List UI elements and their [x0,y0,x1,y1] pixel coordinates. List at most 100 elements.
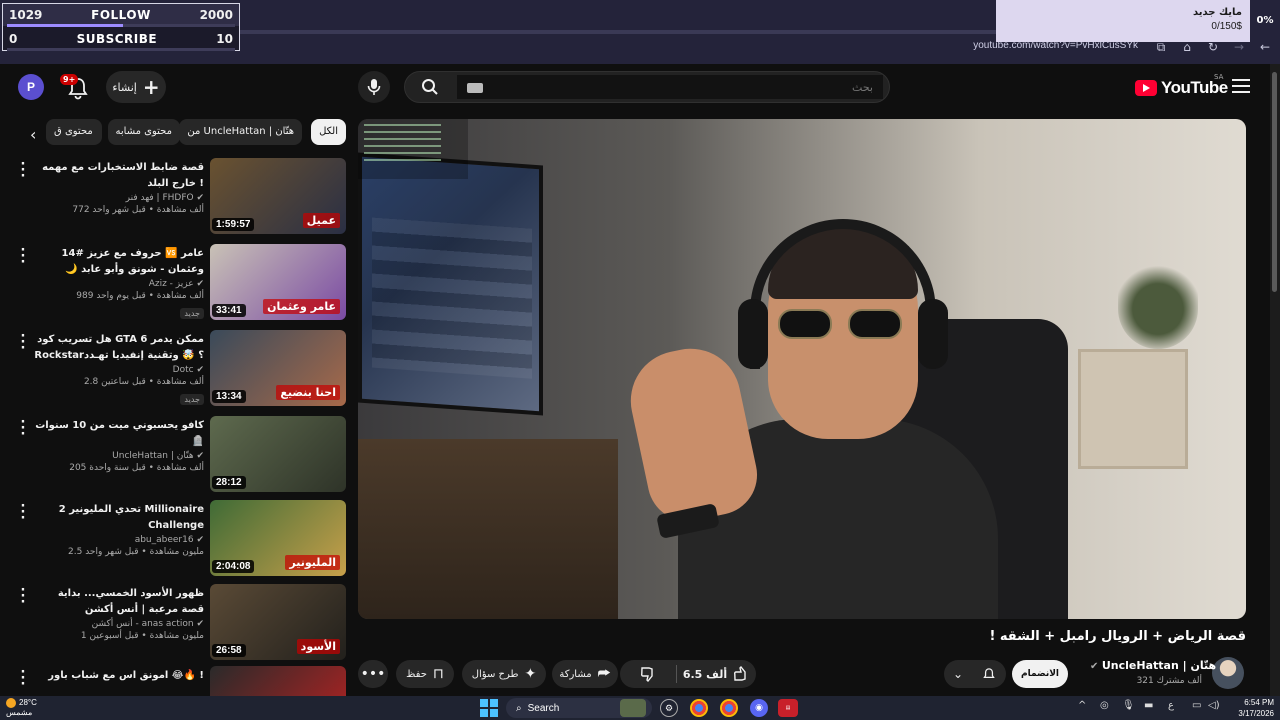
search-input[interactable] [457,75,883,99]
microphone-icon[interactable]: 🎙 [1122,700,1135,711]
verified-icon: ✔ [1090,661,1102,672]
related-video-item[interactable]: المليونير 2:04:08 تحدي المليونير 2 Millio… [14,500,348,580]
related-video-title[interactable]: كافو يحسبوني ميت من 10 سنوات 🪦 [32,418,204,450]
stream-goal-overlay: 1029 FOLLOW 2000 0 SUBSCRIBE 10 [2,3,240,51]
more-vert-icon[interactable]: · · · [20,500,26,525]
obs-app-icon[interactable]: ▤ [778,699,798,717]
weather-widget[interactable]: 28°C مشمس [6,698,37,718]
weather-app-icon[interactable] [620,699,646,717]
video-thumbnail[interactable]: عامر وعثمان 33:41 [210,244,346,320]
video-thumbnail[interactable]: احنا بنضيع 13:34 [210,330,346,406]
windows-start-icon[interactable] [480,699,498,717]
share-button[interactable]: مشاركة ⮫ [552,660,618,688]
related-videos-list: عميل 1:59:57 قصة ضابط الاستخبارات مع مهمه… [14,158,348,696]
subscribe-label: SUBSCRIBE [76,32,158,46]
chip-more[interactable]: محتوى ق [46,119,102,145]
more-vert-icon[interactable]: · · · [20,584,26,609]
page-scrollbar[interactable] [1270,64,1280,696]
tray-app-icon[interactable]: ◎ [1100,700,1109,711]
subscribed-button[interactable]: ⌄ [944,660,1006,688]
plus-icon: + [142,75,160,99]
video-thumbnail[interactable]: المليونير 2:04:08 [210,500,346,576]
search-icon: ⌕ [516,702,522,714]
search-button[interactable] [405,72,455,102]
chevron-left-icon[interactable]: ‹ [30,125,36,144]
subscribe-target: 10 [216,32,233,46]
more-vert-icon[interactable]: · · · [20,244,26,269]
sun-icon [6,698,16,708]
related-video-item[interactable]: الأسود 26:58 ظهور الأسود الخمسي... بداية … [14,584,348,664]
keyboard-icon[interactable] [467,83,483,93]
video-thumbnail[interactable]: الأسود 26:58 [210,584,346,660]
related-channel-name[interactable]: أنس أكشن - anas action ✔ [32,619,204,629]
related-video-title[interactable]: حروف مع عزيز #14 🆚 عامر وعثمان - شونق وأ… [32,246,204,278]
video-player[interactable] [358,119,1246,619]
related-video-stats: 2.8 ألف مشاهدة • قبل ساعتين [83,377,204,387]
like-button[interactable]: 6.5 ألف [676,660,756,688]
related-channel-name[interactable]: Aziz - عزيز ✔ [32,279,204,289]
related-video-title[interactable]: هل تسريب كود GTA 6 ممكن يدمر Rockstar؟ 🤯… [32,332,204,364]
related-video-stats: 2.5 مليون مشاهدة • قبل شهر واحد [68,547,204,557]
voice-search-button[interactable] [358,71,390,103]
chip-related[interactable]: محتوى مشابه [107,119,180,145]
channel-avatar[interactable] [1212,657,1244,689]
weather-condition: مشمس [6,708,33,718]
tray-app-icon[interactable]: ▬ [1144,700,1153,711]
like-dislike-group: 6.5 ألف [620,660,756,688]
related-channel-name[interactable]: UncleHattan | هتّان ✔ [32,451,204,461]
video-thumbnail[interactable]: 28:12 [210,416,346,492]
related-channel-name[interactable]: فهد فنر | FHDFO ✔ [32,193,204,203]
follow-progress-bar [7,24,235,27]
related-channel-name[interactable]: Dotc ✔ [32,365,204,375]
join-button[interactable]: الانضمام [1012,660,1068,688]
scrollbar-thumb[interactable] [1272,72,1277,292]
more-vert-icon[interactable]: · · · [20,416,26,441]
related-video-item[interactable]: 28:12 كافو يحسبوني ميت من 10 سنوات 🪦 Unc… [14,416,348,496]
related-video-item[interactable]: احنا بنضيع 13:34 هل تسريب كود GTA 6 ممكن … [14,330,348,410]
system-clock[interactable]: 6:54 PM 3/17/2026 [1222,697,1274,719]
like-count: 6.5 ألف [682,667,728,681]
create-button[interactable]: إنشاء + [106,71,166,103]
discord-icon[interactable]: ◉ [750,699,768,717]
related-channel-name[interactable]: abu_abeer16 ✔ [32,535,204,545]
chrome-profile-icon[interactable] [720,699,738,717]
related-video-title[interactable]: تحدي المليونير 2 Millionaire Challenge [32,502,204,534]
settings-icon[interactable]: ⚙ [660,699,678,717]
channel-name[interactable]: ✔ UncleHattan | هتّان [1090,659,1216,672]
chip-from-channel[interactable]: من UncleHattan | هتّان [179,119,302,145]
display-icon[interactable]: ▭ [1192,700,1201,711]
chrome-icon[interactable] [690,699,708,717]
related-filter-chips: الكل من UncleHattan | هتّان محتوى مشابه … [30,119,350,145]
related-video-title[interactable]: ظهور الأسود الخمسي... بداية قصة مرعبة | … [32,586,204,618]
more-vert-icon[interactable]: · · · [20,158,26,183]
menu-icon[interactable] [1232,79,1250,93]
language-indicator[interactable]: ع [1168,700,1174,711]
related-video-item[interactable]: عميل 1:59:57 قصة ضابط الاستخبارات مع مهمه… [14,158,348,238]
save-button[interactable]: حفظ ⊓ [396,660,454,688]
related-video-item[interactable]: IMPOSTOR امونق اس مع شباب باور 😂🔥 ! SYB … [14,666,348,696]
more-vert-icon[interactable]: · · · [20,666,26,691]
search-box[interactable] [404,71,890,103]
bookmark-icon: ⊓ [432,666,444,682]
verified-icon: ✔ [196,279,204,289]
chip-all[interactable]: الكل [311,119,346,145]
ask-button[interactable]: طرح سؤال ✦ [462,660,546,688]
stream-chat-overlay [358,119,468,179]
taskbar-search-label: Search [527,702,560,714]
video-thumbnail[interactable]: عميل 1:59:57 [210,158,346,234]
verified-icon: ✔ [196,535,204,545]
related-video-title[interactable]: امونق اس مع شباب باور 😂🔥 ! [32,668,204,696]
chevron-up-icon[interactable]: ^ [1078,700,1086,711]
microphone-icon [367,79,381,95]
account-avatar[interactable]: P [18,74,44,100]
youtube-logo[interactable]: YouTube SA [1135,73,1228,98]
video-thumbnail[interactable]: IMPOSTOR [210,666,346,696]
dislike-button[interactable] [620,660,676,688]
subscriber-count: 321 ألف مشترك [1136,676,1202,686]
related-video-title[interactable]: قصة ضابط الاستخبارات مع مهمه خارج البلد … [32,160,204,192]
volume-icon[interactable]: ◁) [1208,700,1220,711]
more-vert-icon[interactable]: · · · [20,330,26,355]
share-label: مشاركة [559,668,592,680]
more-actions-button[interactable]: ••• [358,660,388,688]
related-video-item[interactable]: عامر وعثمان 33:41 حروف مع عزيز #14 🆚 عامر… [14,244,348,324]
